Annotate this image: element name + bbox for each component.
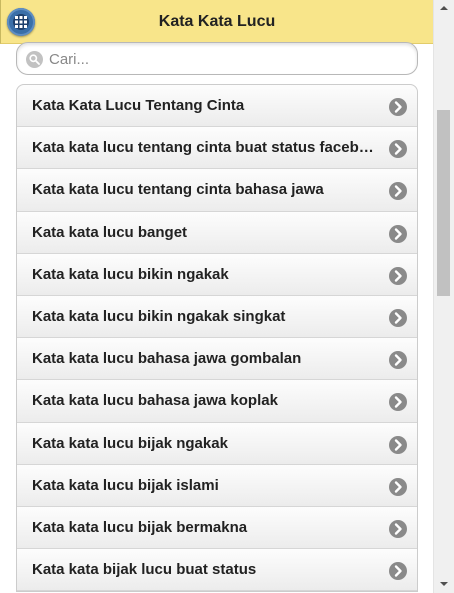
list-item-label: Kata kata lucu tentang cinta buat status… xyxy=(32,139,380,157)
list-item[interactable]: Kata kata bijak lucu buat status xyxy=(17,549,417,592)
list-item-label: Kata kata lucu banget xyxy=(32,223,188,241)
item-list: Kata Kata Lucu Tentang Cinta Kata kata lu… xyxy=(16,84,418,593)
scroll-up-arrow-icon[interactable] xyxy=(434,0,454,17)
list-item-label: Kata kata lucu bijak bermakna xyxy=(32,518,248,536)
chevron-right-icon xyxy=(389,140,407,159)
list-item[interactable]: Kata Kata Lucu Tentang Cinta xyxy=(17,85,417,128)
list-item-label: Kata kata lucu tentang cinta bahasa jawa xyxy=(32,181,324,199)
chevron-right-icon xyxy=(389,435,407,454)
list-item[interactable]: Kata kata lucu bikin ngakak xyxy=(17,253,417,296)
page: Kata Kata Lucu Kata Kata Lucu Tentang Ci… xyxy=(0,0,433,593)
list-item[interactable]: Kata kata lucu bahasa jawa gombalan xyxy=(17,338,417,381)
chevron-right-icon xyxy=(389,266,407,285)
list-item-label: Kata kata bijak lucu buat status xyxy=(32,561,257,579)
list-item[interactable]: Kata kata lucu bijak bermakna xyxy=(17,506,417,550)
list-item-label: Kata kata lucu bahasa jawa gombalan xyxy=(32,350,302,368)
scroll-thumb[interactable] xyxy=(437,110,450,296)
chevron-right-icon xyxy=(389,519,407,538)
search-box[interactable] xyxy=(16,42,418,75)
menu-button[interactable] xyxy=(7,8,35,36)
list-item[interactable]: Kata kata lucu bijak islami xyxy=(17,464,417,507)
chevron-right-icon xyxy=(389,562,407,581)
list-item-label: Kata kata lucu bahasa jawa koplak xyxy=(32,392,278,410)
list-item-label: Kata kata lucu bijak ngakak xyxy=(32,434,228,452)
list-item-label: Kata kata lucu bikin ngakak xyxy=(32,265,229,283)
chevron-right-icon xyxy=(389,182,407,201)
grid-dots xyxy=(15,16,27,28)
search-input[interactable] xyxy=(47,47,411,72)
page-title: Kata Kata Lucu xyxy=(158,13,276,30)
header-bar: Kata Kata Lucu xyxy=(0,0,433,44)
chevron-right-icon xyxy=(389,224,407,243)
list-item[interactable]: Kata kata lucu bikin ngakak singkat xyxy=(17,295,417,339)
list-item[interactable]: Kata kata lucu banget xyxy=(17,211,417,254)
chevron-right-icon xyxy=(389,351,407,370)
list-item[interactable]: Kata kata lucu tentang cinta bahasa jawa xyxy=(17,169,417,212)
list-item-label: Kata Kata Lucu Tentang Cinta xyxy=(32,97,245,114)
list-item[interactable]: Kata kata lucu tentang cinta buat status… xyxy=(17,127,417,170)
chevron-right-icon xyxy=(389,393,407,412)
vertical-scrollbar[interactable] xyxy=(433,0,454,593)
app-window: Kata Kata Lucu Kata Kata Lucu Tentang Ci… xyxy=(0,0,454,593)
scroll-down-arrow-icon[interactable] xyxy=(434,576,454,593)
list-item[interactable]: Kata kata lucu bahasa jawa koplak xyxy=(17,380,417,423)
chevron-right-icon xyxy=(389,98,407,116)
list-item-label: Kata kata lucu bijak islami xyxy=(32,476,219,494)
list-item-label: Kata kata lucu bikin ngakak singkat xyxy=(32,307,286,325)
search-icon xyxy=(26,51,43,68)
list-item[interactable]: Kata kata lucu bijak ngakak xyxy=(17,422,417,465)
chevron-right-icon xyxy=(389,477,407,496)
chevron-right-icon xyxy=(389,308,407,327)
